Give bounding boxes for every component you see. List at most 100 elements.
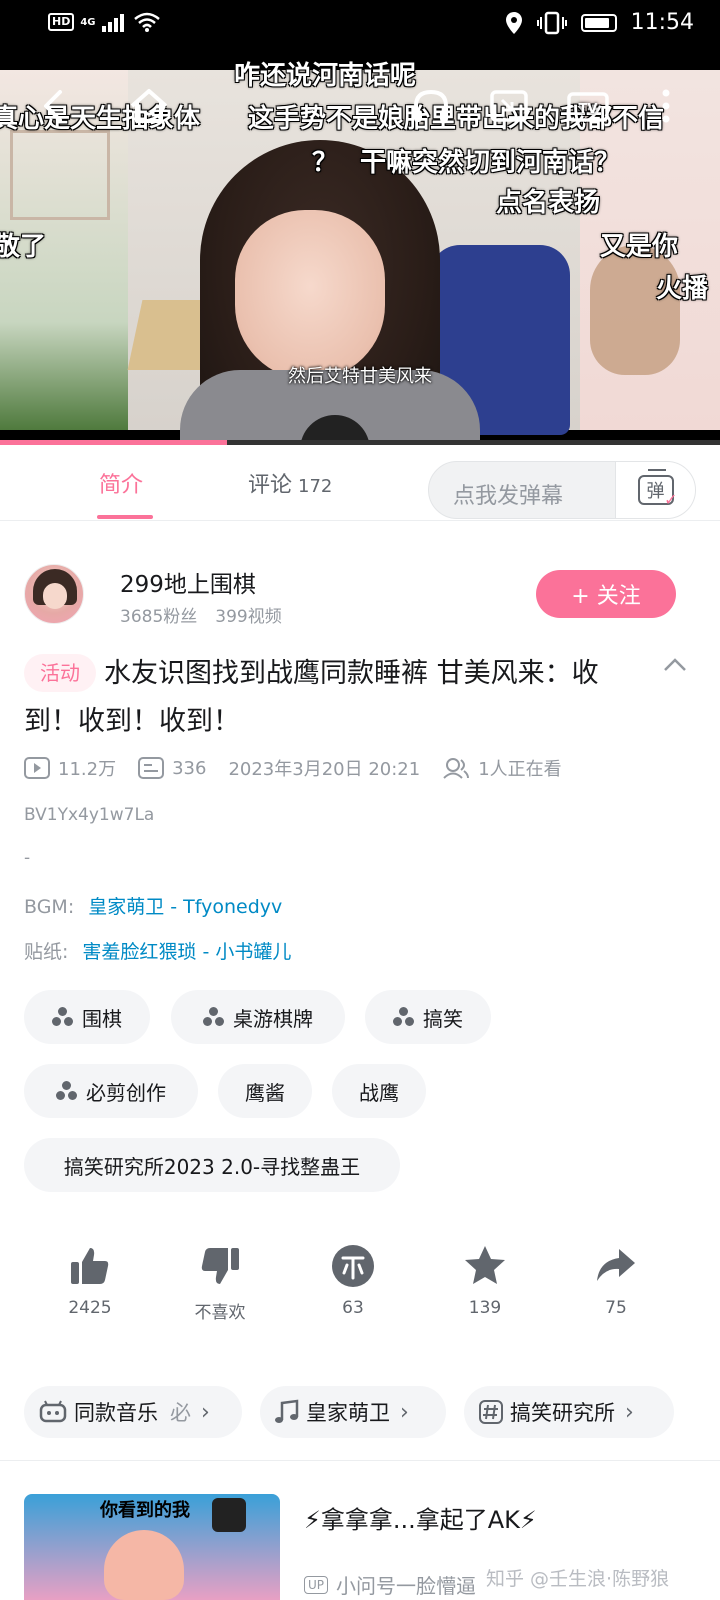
danmaku-count-icon	[138, 757, 165, 779]
tag-chip[interactable]: 围棋	[24, 990, 150, 1044]
recommended-video-uploader[interactable]: UP 小问号一脸懵逼	[304, 1570, 476, 1599]
favorite-count: 139	[468, 1298, 502, 1318]
song-label: 皇家萌卫	[306, 1401, 390, 1425]
activity-tag[interactable]: 活动	[24, 654, 96, 692]
uploader-videos: 399视频	[215, 607, 282, 627]
view-count: 11.2万	[58, 759, 117, 780]
tag-chip[interactable]: 鹰酱	[218, 1064, 312, 1118]
danmaku-toggle-button[interactable]: 弹 ✓	[615, 462, 695, 518]
same-music-pill[interactable]: 同款音乐 必 ›	[24, 1386, 242, 1438]
chevron-right-icon: ›	[201, 1399, 210, 1425]
sticker-link[interactable]: 害羞脸红猥琐 - 小书罐儿	[82, 941, 291, 963]
svg-text:TV: TV	[579, 102, 598, 117]
tab-comments[interactable]: 评论 172	[248, 467, 332, 499]
follow-button[interactable]: + 关注	[536, 570, 676, 618]
recommended-video-title[interactable]: ⚡拿拿拿...拿起了AK⚡	[304, 1500, 537, 1535]
location-icon	[505, 11, 522, 34]
chevron-right-icon: ›	[625, 1399, 634, 1425]
tag-chip[interactable]: 战鹰	[332, 1064, 426, 1118]
bvid: BV1Yx4y1w7La	[24, 805, 155, 825]
danmaku-count: 336	[172, 757, 207, 779]
video-meta: 11.2万 336 2023年3月20日 20:21 1人正在看	[24, 755, 584, 781]
signal-icon	[101, 14, 124, 32]
pig-illustration	[104, 1530, 184, 1600]
channel-icon	[56, 1081, 78, 1101]
uploader-name[interactable]: 299地上围棋	[120, 565, 256, 599]
dislike-label: 不喜欢	[194, 1303, 246, 1323]
share-button[interactable]: 75	[566, 1240, 666, 1318]
like-button[interactable]: 2425	[40, 1240, 140, 1318]
star-icon	[465, 1246, 505, 1284]
tag-chip[interactable]: 搞笑研究所2023 2.0-寻找整蛊王	[24, 1138, 400, 1192]
description-text: -	[24, 848, 31, 868]
watching-count: 1人正在看	[478, 759, 562, 780]
watermark: 知乎 @壬生浪·陈野狼	[486, 1568, 670, 1590]
play-count-icon	[24, 757, 50, 779]
home-button[interactable]	[128, 86, 170, 126]
chevron-right-icon: ›	[400, 1399, 409, 1425]
tag-label: 桌游棋牌	[233, 1006, 313, 1031]
tag-label: 围棋	[82, 1006, 122, 1031]
danmaku-stat: 336	[138, 757, 206, 779]
tag-chip[interactable]: 桌游棋牌	[171, 990, 345, 1044]
uploader-stats: 3685粉丝 399视频	[120, 602, 300, 627]
video-player[interactable]: 咋还说河南话呢 真心是天生抽象体 这手势不是娘胎里带出来的我都不信 ？ 干嘛突然…	[0, 50, 720, 445]
thumbs-up-icon	[71, 1248, 109, 1284]
tag-label: 必剪创作	[86, 1080, 166, 1105]
danmaku-item: 咋还说河南话呢	[234, 61, 417, 91]
tag-chip[interactable]: 必剪创作	[24, 1064, 198, 1118]
publish-date-text: 2023年3月20日 20:21	[228, 759, 421, 780]
collapse-chevron-icon[interactable]	[662, 652, 688, 678]
tag-chip[interactable]: 搞笑	[365, 990, 491, 1044]
bgm-label: BGM:	[24, 896, 75, 918]
coin-button[interactable]: 63	[303, 1240, 403, 1318]
uploader-fans: 3685粉丝	[120, 607, 198, 627]
favorite-button[interactable]: 139	[435, 1240, 535, 1318]
more-button[interactable]	[656, 86, 676, 126]
views: 11.2万	[24, 755, 116, 781]
topic-label: 搞笑研究所	[510, 1401, 615, 1425]
channel-icon	[52, 1007, 74, 1027]
more-vertical-icon	[662, 89, 670, 123]
action-bar: 2425 不喜欢 63 139 75	[0, 1240, 720, 1330]
same-music-suffix: 必	[170, 1401, 191, 1425]
recommended-video-thumbnail[interactable]: 你看到的我	[24, 1494, 280, 1600]
sticker-label: 贴纸:	[24, 941, 69, 963]
clock: 11:54	[630, 10, 694, 35]
uploader-avatar[interactable]	[24, 564, 84, 624]
danmaku-toggle-text: 弹	[646, 481, 665, 502]
share-icon	[597, 1249, 635, 1281]
danmaku-item: 敬了	[0, 232, 47, 262]
danmaku-toggle-icon: 弹 ✓	[637, 475, 678, 509]
danmaku-item: 干嘛突然切到河南话？	[360, 148, 621, 178]
danmaku-input[interactable]: 点我发弹幕 弹 ✓	[428, 461, 696, 519]
thumbs-down-icon	[201, 1248, 239, 1284]
tv-cast-button[interactable]: TV	[566, 86, 610, 126]
listen-button[interactable]	[410, 86, 452, 126]
back-button[interactable]	[34, 86, 74, 126]
tab-comments-label: 评论	[248, 473, 293, 498]
hd-badge: HD	[48, 13, 75, 31]
channel-icon	[393, 1007, 415, 1027]
danmaku-item: 火播	[656, 274, 709, 304]
wifi-icon	[133, 12, 160, 32]
coin-icon	[332, 1245, 374, 1287]
topic-pill[interactable]: 搞笑研究所 ›	[464, 1386, 674, 1438]
same-music-label: 同款音乐	[74, 1401, 158, 1425]
sticker-row: 贴纸: 害羞脸红猥琐 - 小书罐儿	[24, 937, 291, 964]
tab-intro[interactable]: 简介	[99, 467, 143, 499]
thumbnail-badge-icon	[212, 1498, 246, 1532]
danmaku-item: 点名表扬	[496, 188, 601, 218]
bgm-link[interactable]: 皇家萌卫 - Tfyonedyv	[88, 896, 282, 918]
channel-icon	[203, 1007, 225, 1027]
vibrate-icon	[536, 11, 567, 34]
song-pill[interactable]: 皇家萌卫 ›	[260, 1386, 446, 1438]
dislike-button[interactable]: 不喜欢	[170, 1240, 270, 1323]
battery-icon	[580, 13, 617, 32]
danmaku-item: 又是你	[600, 232, 679, 262]
comments-count: 172	[298, 476, 333, 497]
watching-now: 1人正在看	[442, 755, 562, 781]
video-title-block: 活动 水友识图找到战鹰同款睡裤 甘美风来：收到！收到！收到！	[24, 650, 644, 746]
status-bar: HD 4G 11:54	[0, 0, 720, 50]
pip-button[interactable]	[488, 86, 530, 126]
